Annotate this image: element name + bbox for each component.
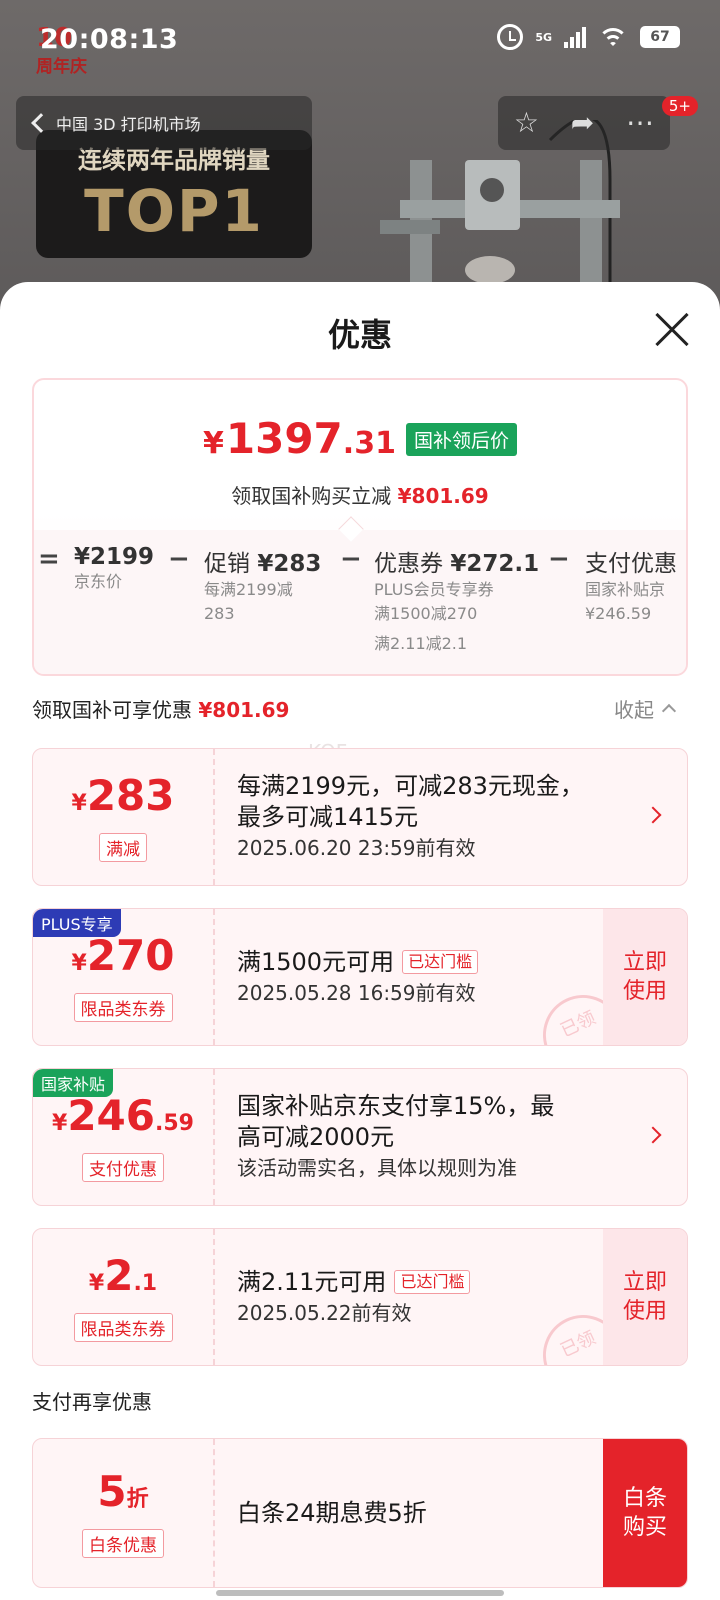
savings-amount: ¥801.69 (397, 484, 489, 508)
back-icon[interactable] (31, 113, 51, 133)
breakdown-item-coupon: 优惠券 ¥272.1 PLUS会员专享券 满1500减270 满2.11减2.1 (374, 551, 540, 653)
back-navigation[interactable]: 中国 3D 打印机市场 (16, 96, 312, 150)
coupon-type-badge: 限品类东券 (73, 1312, 173, 1342)
savings-label: 领取国补购买立减 (231, 484, 392, 508)
coupon-title: 国家补贴京东支付享15%，最 (237, 1092, 555, 1120)
equals-sign: = (38, 544, 60, 574)
coupon-title: 满1500元可用 已达门槛 (237, 947, 479, 978)
savings-line: 领取国补购买立减 ¥801.69 (34, 480, 686, 509)
coupon-title-line2: 高可减2000元 (237, 1123, 395, 1151)
coupon-title: 每满2199元，可减283元现金， (237, 772, 584, 800)
gov-subsidy-price-tag: 国补领后价 (405, 423, 517, 456)
coupon-gov-subsidy[interactable]: ¥246.59 支付优惠 国家补贴 国家补贴京东支付享15%，最 高可减2000… (32, 1068, 688, 1206)
price-breakdown[interactable]: = ¥2199 京东价 − 促销 ¥283 每满2199减 283 − 优惠券 … (34, 530, 686, 674)
final-price: ¥1397.31 (203, 414, 396, 463)
coupon-value: 5折 白条优惠 (33, 1439, 213, 1587)
coupon-type-badge: 支付优惠 (82, 1152, 164, 1182)
coupon-divider (213, 1229, 215, 1365)
breakdown-item-promotion: 促销 ¥283 每满2199减 283 (204, 551, 322, 623)
price-summary-card: ¥1397.31 国补领后价 领取国补购买立减 ¥801.69 = ¥2199 … (32, 378, 688, 676)
coupon-value: ¥2.1 限品类东券 (33, 1229, 213, 1365)
threshold-reached-badge: 已达门槛 (402, 949, 479, 974)
coupon-value: ¥283 满减 (71, 770, 175, 862)
minus-sign: − (340, 544, 362, 574)
coupon-type-badge: 限品类东券 (73, 992, 173, 1022)
final-price-row: ¥1397.31 国补领后价 (34, 414, 686, 463)
minus-sign: − (548, 544, 570, 574)
coupon-validity: 2025.05.22前有效 (237, 1300, 412, 1325)
message-badge: 5+ (661, 96, 698, 116)
coupon-details: 白条24期息费5折 (237, 1439, 427, 1587)
plus-exclusive-tag: PLUS专享 (33, 909, 121, 937)
coupon-validity: 2025.06.20 23:59前有效 (237, 836, 476, 860)
coupon-title-line2: 最多可减1415元 (237, 803, 419, 831)
alarm-icon (497, 24, 524, 50)
close-icon[interactable] (654, 312, 690, 348)
banner-line2: TOP1 (84, 177, 264, 245)
discount-sheet: 优惠 ¥1397.31 国补领后价 领取国补购买立减 ¥801.69 = ¥21… (0, 282, 720, 1600)
coupon-divider (213, 749, 215, 885)
sheet-title: 优惠 (327, 316, 392, 354)
collapse-toggle[interactable]: 收起 (614, 694, 677, 723)
signal-icon (564, 26, 586, 48)
breakdown-item-payment: 支付优惠 国家补贴京 ¥246.59 (585, 551, 677, 623)
home-indicator[interactable] (216, 1590, 504, 1596)
favorite-star-icon[interactable]: ☆ (514, 109, 539, 137)
section-label: 领取国补可享优惠 (32, 698, 192, 722)
nav-title: 中国 3D 打印机市场 (56, 115, 201, 134)
coupon-type-badge: 白条优惠 (82, 1528, 164, 1558)
share-icon[interactable]: ➦ (571, 109, 594, 137)
chevron-up-icon (661, 703, 677, 719)
status-time: 20:08:13 (40, 24, 179, 55)
breakdown-item-list-price: ¥2199 京东价 (74, 544, 155, 591)
coupon-baitiao[interactable]: 5折 白条优惠 白条24期息费5折 白条 购买 (32, 1438, 688, 1588)
coupon-divider (213, 1069, 215, 1205)
use-now-button[interactable]: 立即使用 (603, 1229, 687, 1365)
section-pay-benefits: 支付再享优惠 (32, 1386, 152, 1415)
coupon-details: 满1500元可用 已达门槛 2025.05.28 16:59前有效 (237, 909, 479, 1045)
coupon-title: 白条24期息费5折 (237, 1498, 427, 1527)
coupon-validity: 2025.05.28 16:59前有效 (237, 980, 476, 1005)
status-bar: 20:08:13 5G 67 (0, 0, 720, 80)
coupon-details: 满2.11元可用 已达门槛 2025.05.22前有效 (237, 1229, 471, 1365)
use-now-button[interactable]: 立即使用 (603, 909, 687, 1045)
coupon-details: 每满2199元，可减283元现金， 最多可减1415元 2025.06.20 2… (237, 749, 584, 885)
threshold-reached-badge: 已达门槛 (394, 1269, 471, 1294)
more-icon[interactable]: ⋯ (626, 109, 654, 137)
coupon-divider (213, 1439, 215, 1587)
coupon-plus-exclusive[interactable]: ¥270 限品类东券 PLUS专享 满1500元可用 已达门槛 2025.05.2… (32, 908, 688, 1046)
section-amount: ¥801.69 (198, 698, 290, 722)
baitiao-buy-button[interactable]: 白条 购买 (603, 1439, 687, 1587)
product-page-background: 10 周年庆 连续两年品牌销量 TOP1 中国 3D 打印机市场 ☆ ➦ ⋯ 5… (0, 0, 720, 320)
coupon-note: 该活动需实名，具体以规则为准 (237, 1156, 517, 1180)
section-label: 支付再享优惠 (32, 1390, 152, 1414)
status-icons: 5G 67 (497, 24, 680, 50)
top-actions: ☆ ➦ ⋯ (498, 96, 670, 150)
coupon-category[interactable]: ¥2.1 限品类东券 满2.11元可用 已达门槛 2025.05.22前有效 已领… (32, 1228, 688, 1366)
minus-sign: − (168, 544, 190, 574)
coupon-title: 满2.11元可用 已达门槛 (237, 1267, 471, 1298)
network-type: 5G (535, 30, 552, 44)
coupon-type-badge: 满减 (99, 832, 147, 862)
coupon-details: 国家补贴京东支付享15%，最 高可减2000元 该活动需实名，具体以规则为准 (237, 1069, 554, 1205)
coupon-full-reduction[interactable]: ¥283 满减 每满2199元，可减283元现金， 最多可减1415元 2025… (32, 748, 688, 886)
battery-indicator: 67 (640, 26, 680, 48)
gov-subsidy-tag: 国家补贴 (33, 1069, 114, 1097)
chevron-right-icon[interactable] (644, 806, 662, 824)
wifi-icon (598, 26, 628, 48)
section-gov-benefits: 领取国补可享优惠 ¥801.69 (32, 694, 289, 723)
chevron-right-icon[interactable] (644, 1126, 662, 1144)
coupon-divider (213, 909, 215, 1045)
collapse-label: 收起 (614, 698, 654, 722)
